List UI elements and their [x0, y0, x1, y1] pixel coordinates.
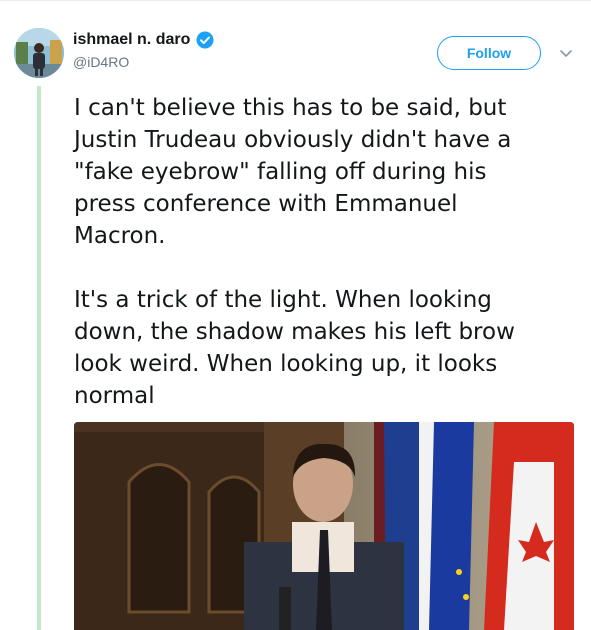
tweet-paragraph-1: I can't believe this has to be said, but…: [74, 95, 512, 249]
chevron-down-icon[interactable]: [559, 46, 573, 57]
author-display-name[interactable]: ishmael n. daro: [73, 31, 190, 49]
avatar-image: [14, 28, 64, 78]
author-name-row[interactable]: ishmael n. daro: [73, 31, 214, 49]
avatar[interactable]: [14, 28, 64, 78]
top-divider: [0, 0, 591, 1]
tweet-text: I can't believe this has to be said, but…: [74, 92, 554, 412]
author-handle[interactable]: @iD4RO: [73, 54, 129, 70]
thread-line: [37, 86, 41, 630]
follow-button[interactable]: Follow: [437, 36, 541, 70]
tweet-paragraph-2: It's a trick of the light. When looking …: [74, 287, 515, 409]
verified-badge-icon: [196, 31, 214, 49]
media-photo: [74, 422, 574, 630]
tweet-media[interactable]: [74, 422, 574, 630]
